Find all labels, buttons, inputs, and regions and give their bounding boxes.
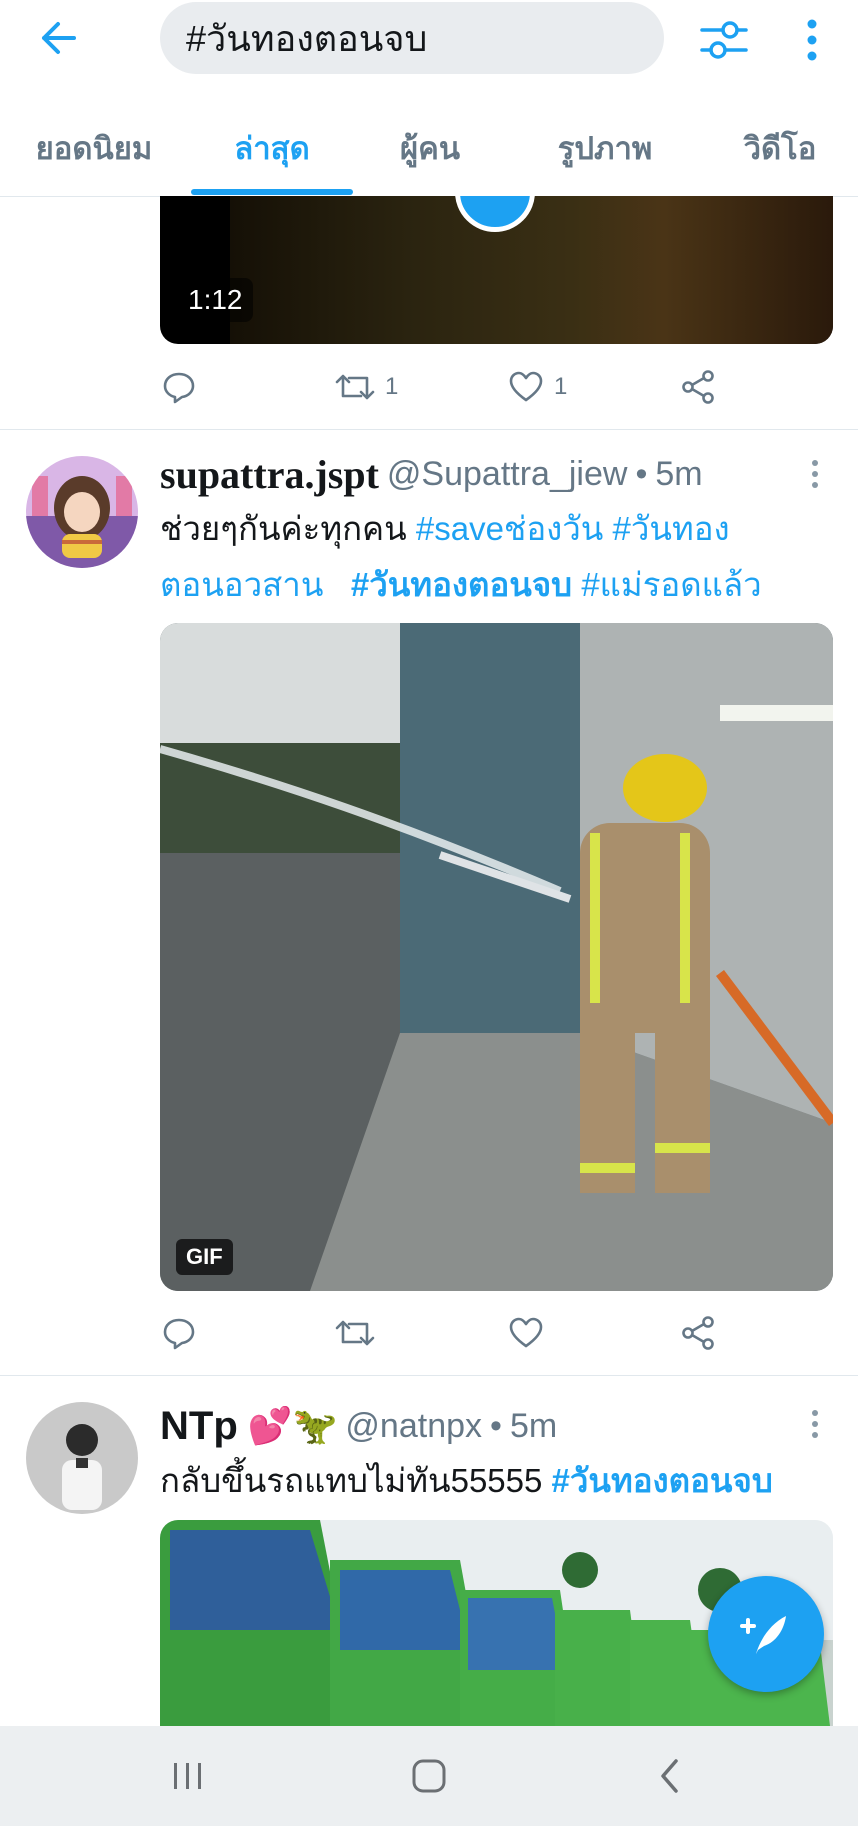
share-icon xyxy=(682,1316,714,1350)
heart-icon xyxy=(509,1317,543,1348)
avatar-photo xyxy=(26,1402,138,1514)
home-icon xyxy=(412,1759,446,1793)
tab-videos[interactable]: วิดีโอ xyxy=(710,100,850,196)
home-button[interactable] xyxy=(399,1751,459,1801)
share-button[interactable] xyxy=(680,362,716,412)
vertical-dots-icon xyxy=(812,1410,818,1438)
tweet-gif[interactable]: GIF xyxy=(160,623,833,1291)
share-button[interactable] xyxy=(680,1308,716,1358)
reply-button[interactable] xyxy=(162,362,196,412)
tweet-menu-button[interactable] xyxy=(805,1404,825,1444)
heart-icon xyxy=(509,371,543,402)
sliders-icon xyxy=(700,21,748,59)
display-name[interactable]: NTp xyxy=(160,1404,238,1449)
tweet-text: กลับขึ้นรถแทบไม่ทัน55555 #วันทองตอนจบ xyxy=(160,1453,773,1509)
retweet-count: 1 xyxy=(385,373,399,400)
search-input[interactable]: #วันทองตอนจบ xyxy=(160,2,664,74)
tweet-text-plain: กลับขึ้นรถแทบไม่ทัน55555 xyxy=(160,1462,543,1499)
like-count: 1 xyxy=(554,373,568,400)
recent-apps-icon xyxy=(174,1763,201,1789)
retweet-icon xyxy=(335,374,375,400)
tweet-time: 5m xyxy=(655,454,703,493)
arrow-left-icon xyxy=(42,22,76,54)
tweet-divider xyxy=(0,1375,858,1376)
like-button[interactable] xyxy=(508,1308,544,1358)
vertical-dots-icon xyxy=(807,19,817,61)
tweet-text-line2: ตอนอวสาน #วันทองตอนจบ #แม่รอดแล้ว xyxy=(160,557,762,613)
hashtag-link[interactable]: ตอนอวสาน xyxy=(160,566,323,603)
user-handle[interactable]: @natnpx xyxy=(345,1407,482,1446)
search-query: #วันทองตอนจบ xyxy=(186,17,428,59)
search-filter-button[interactable] xyxy=(696,14,752,66)
tweet-menu-button[interactable] xyxy=(805,454,825,494)
video-duration: 1:12 xyxy=(178,278,253,322)
tweet-actions: 1 1 xyxy=(160,362,760,412)
retweet-icon xyxy=(335,1320,375,1346)
hashtag-link[interactable]: #วันทองตอนจบ xyxy=(552,1462,773,1499)
tab-latest[interactable]: ล่าสุด xyxy=(191,100,353,196)
tweet-text: ช่วยๆกันค่ะทุกคน #saveช่องวัน #วันทอง xyxy=(160,501,730,557)
active-tab-indicator xyxy=(191,189,353,195)
avatar-illustration xyxy=(26,456,138,568)
vertical-dots-icon xyxy=(812,460,818,488)
reply-icon xyxy=(163,372,195,404)
tweet-time: 5m xyxy=(509,1406,558,1445)
hashtag-link[interactable]: #saveช่องวัน xyxy=(416,510,603,547)
separator-dot: • xyxy=(490,1406,502,1445)
chevron-left-icon xyxy=(661,1759,678,1793)
name-emoji: 💕🦖 xyxy=(247,1405,338,1446)
user-handle[interactable]: @Supattra_jiew xyxy=(387,455,628,494)
hashtag-link[interactable]: #แม่รอดแล้ว xyxy=(581,566,761,603)
tweet-actions xyxy=(160,1308,760,1358)
system-nav-bar xyxy=(0,1726,858,1826)
top-bar: #วันทองตอนจบ xyxy=(0,0,858,76)
back-nav-button[interactable] xyxy=(640,1751,700,1801)
avatar[interactable] xyxy=(26,456,138,568)
hashtag-link[interactable]: #วันทองตอนจบ xyxy=(351,566,572,603)
recent-apps-button[interactable] xyxy=(158,1751,218,1801)
compose-tweet-button[interactable] xyxy=(708,1576,824,1692)
retweet-button[interactable]: 1 xyxy=(335,362,398,412)
search-tabs: ยอดนิยม ล่าสุด ผู้คน รูปภาพ วิดีโอ xyxy=(0,100,858,197)
gif-badge: GIF xyxy=(176,1239,233,1275)
hashtag-link[interactable]: #วันทอง xyxy=(613,510,730,547)
tweet-header: NTp 💕🦖 @natnpx • 5m xyxy=(160,1398,557,1454)
compose-feather-icon xyxy=(740,1616,786,1654)
avatar[interactable] xyxy=(26,1402,138,1514)
tab-people[interactable]: ผู้คน xyxy=(360,100,500,196)
video-thumbnail xyxy=(230,196,833,344)
share-icon xyxy=(682,370,714,404)
retweet-button[interactable] xyxy=(335,1308,375,1358)
reply-button[interactable] xyxy=(162,1308,196,1358)
reply-icon xyxy=(163,1318,195,1350)
tweet-text-plain: ช่วยๆกันค่ะทุกคน xyxy=(160,510,407,547)
like-button[interactable]: 1 xyxy=(508,362,567,412)
more-options-button[interactable] xyxy=(796,14,828,66)
tab-photos[interactable]: รูปภาพ xyxy=(530,100,680,196)
back-button[interactable] xyxy=(30,14,86,62)
display-name[interactable]: supattra.jspt xyxy=(160,451,379,498)
separator-dot: • xyxy=(635,454,648,493)
tweet-header: supattra.jspt @Supattra_jiew • 5m xyxy=(160,446,703,502)
tab-top[interactable]: ยอดนิยม xyxy=(14,100,174,196)
tweet-divider xyxy=(0,429,858,430)
gif-illustration xyxy=(160,623,833,1291)
tweet-video[interactable]: 1:12 xyxy=(160,196,833,344)
